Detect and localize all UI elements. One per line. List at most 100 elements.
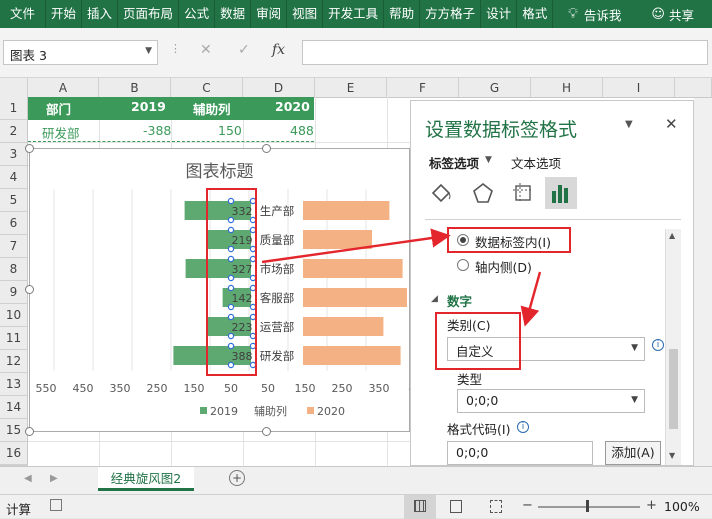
scroll-down-icon[interactable]: ▼ (669, 451, 675, 460)
pane-scrollbar[interactable]: ▲ ▼ (665, 229, 681, 465)
tab-data[interactable]: 数据 (215, 0, 252, 28)
category-label[interactable]: 研发部 (260, 349, 295, 363)
info-icon[interactable]: i (652, 339, 664, 351)
category-label[interactable]: 生产部 (260, 204, 295, 218)
bar-2020[interactable] (303, 230, 372, 249)
axis-tick-label[interactable]: 150 (184, 382, 205, 395)
category-label[interactable]: 运营部 (260, 320, 295, 334)
category-label[interactable]: 客服部 (260, 291, 295, 305)
radio-inside-base-label[interactable]: 轴内侧(D) (475, 257, 532, 276)
more-dots-icon[interactable]: ⋮ (170, 42, 181, 55)
row-header[interactable]: 14 (0, 396, 28, 419)
legend-swatch[interactable] (307, 407, 314, 414)
legend-swatch[interactable] (200, 407, 207, 414)
axis-tick-label[interactable]: 550 (36, 382, 57, 395)
tab-label-options[interactable]: 标签选项 (429, 153, 479, 172)
chevron-down-icon[interactable]: ▼ (145, 46, 152, 56)
enter-icon[interactable]: ✓ (238, 42, 250, 58)
cancel-icon[interactable]: ✕ (200, 42, 212, 58)
header-2020[interactable]: 2020 (275, 99, 310, 114)
row-header[interactable]: 13 (0, 373, 28, 396)
tab-developer[interactable]: 开发工具 (323, 0, 385, 28)
tab-formulas[interactable]: 公式 (179, 0, 216, 28)
zoom-slider[interactable] (538, 506, 640, 508)
row-header[interactable]: 15 (0, 419, 28, 442)
tab-design[interactable]: 设计 (481, 0, 518, 28)
radio-inside-base[interactable] (457, 259, 469, 271)
next-sheet-icon[interactable]: ▶ (50, 473, 58, 484)
row-header[interactable]: 16 (0, 442, 28, 465)
zoom-out-icon[interactable]: − (522, 498, 533, 513)
axis-tick-label[interactable]: 150 (295, 382, 316, 395)
tell-me-button[interactable]: 告诉我 (584, 5, 622, 24)
chart-resize-handle[interactable] (262, 427, 271, 436)
col-header[interactable]: B (99, 78, 171, 98)
fill-bucket-icon[interactable] (429, 181, 453, 205)
row-header[interactable]: 12 (0, 350, 28, 373)
pane-options-chevron-icon[interactable]: ▼ (625, 119, 633, 130)
person-icon[interactable]: ☺ (651, 7, 665, 22)
legend-item[interactable]: 2019 (210, 405, 238, 418)
bar-2020[interactable] (303, 259, 403, 278)
fx-icon[interactable]: fx (272, 42, 285, 58)
col-header[interactable]: A (28, 78, 99, 98)
add-sheet-icon[interactable]: + (229, 470, 245, 486)
bar-2020[interactable] (303, 201, 390, 220)
bar-2020[interactable] (303, 346, 401, 365)
formula-input[interactable] (302, 40, 708, 65)
tab-page-layout[interactable]: 页面布局 (118, 0, 180, 28)
info-icon[interactable]: i (517, 421, 529, 433)
row-header[interactable]: 6 (0, 212, 28, 235)
col-header[interactable]: H (531, 78, 603, 98)
tab-insert[interactable]: 插入 (82, 0, 119, 28)
row-header[interactable]: 4 (0, 166, 28, 189)
category-label[interactable]: 质量部 (260, 233, 295, 247)
axis-tick-label[interactable]: 50 (224, 382, 238, 395)
col-header[interactable]: E (315, 78, 387, 98)
tab-home[interactable]: 开始 (46, 0, 83, 28)
header-2019[interactable]: 2019 (131, 99, 166, 114)
chevron-down-icon[interactable]: ▼ (485, 155, 492, 165)
header-aux[interactable]: 辅助列 (193, 99, 231, 118)
page-break-view-icon[interactable] (490, 500, 502, 513)
zoom-thumb[interactable] (586, 500, 589, 512)
prev-sheet-icon[interactable]: ◀ (24, 473, 32, 484)
col-header[interactable]: C (171, 78, 243, 98)
tab-review[interactable]: 审阅 (251, 0, 288, 28)
header-department[interactable]: 部门 (46, 99, 71, 118)
chart-resize-handle[interactable] (25, 285, 34, 294)
axis-tick-label[interactable]: 350 (369, 382, 390, 395)
axis-tick-label[interactable]: 50 (261, 382, 275, 395)
section-number[interactable]: 数字 (447, 291, 472, 310)
chart-resize-handle[interactable] (25, 427, 34, 436)
type-select[interactable]: 0;0;0 ▼ (457, 389, 645, 413)
category-label[interactable]: 市场部 (260, 262, 295, 276)
tab-text-options[interactable]: 文本选项 (511, 153, 561, 172)
row-header[interactable]: 9 (0, 281, 28, 304)
chart-resize-handle[interactable] (25, 144, 34, 153)
close-icon[interactable]: ✕ (665, 115, 678, 133)
row-header[interactable]: 10 (0, 304, 28, 327)
bar-2020[interactable] (303, 317, 384, 336)
scroll-up-icon[interactable]: ▲ (669, 231, 675, 240)
name-box[interactable]: 图表 3 ▼ (3, 40, 158, 65)
cell-a2[interactable]: 研发部 (42, 123, 80, 142)
pentagon-effects-icon[interactable] (471, 181, 495, 205)
expand-triangle-icon[interactable]: ◢ (431, 294, 438, 304)
page-layout-view-icon[interactable] (450, 500, 462, 513)
axis-tick-label[interactable]: 250 (147, 382, 168, 395)
row-header[interactable]: 8 (0, 258, 28, 281)
size-properties-icon[interactable] (511, 181, 535, 205)
vertical-scrollbar[interactable] (694, 98, 712, 466)
row-header[interactable]: 1 (0, 97, 28, 120)
normal-view-button[interactable] (404, 495, 436, 519)
tab-format[interactable]: 格式 (517, 0, 554, 28)
axis-tick-label[interactable]: 450 (73, 382, 94, 395)
cell-c2[interactable]: 150 (218, 123, 242, 138)
chart-resize-handle[interactable] (262, 144, 271, 153)
tab-help[interactable]: 帮助 (384, 0, 421, 28)
tab-view[interactable]: 视图 (287, 0, 324, 28)
legend-item[interactable]: 辅助列 (254, 404, 287, 418)
format-code-input[interactable]: 0;0;0 (447, 441, 593, 465)
tab-file[interactable]: 文件 (0, 0, 47, 28)
